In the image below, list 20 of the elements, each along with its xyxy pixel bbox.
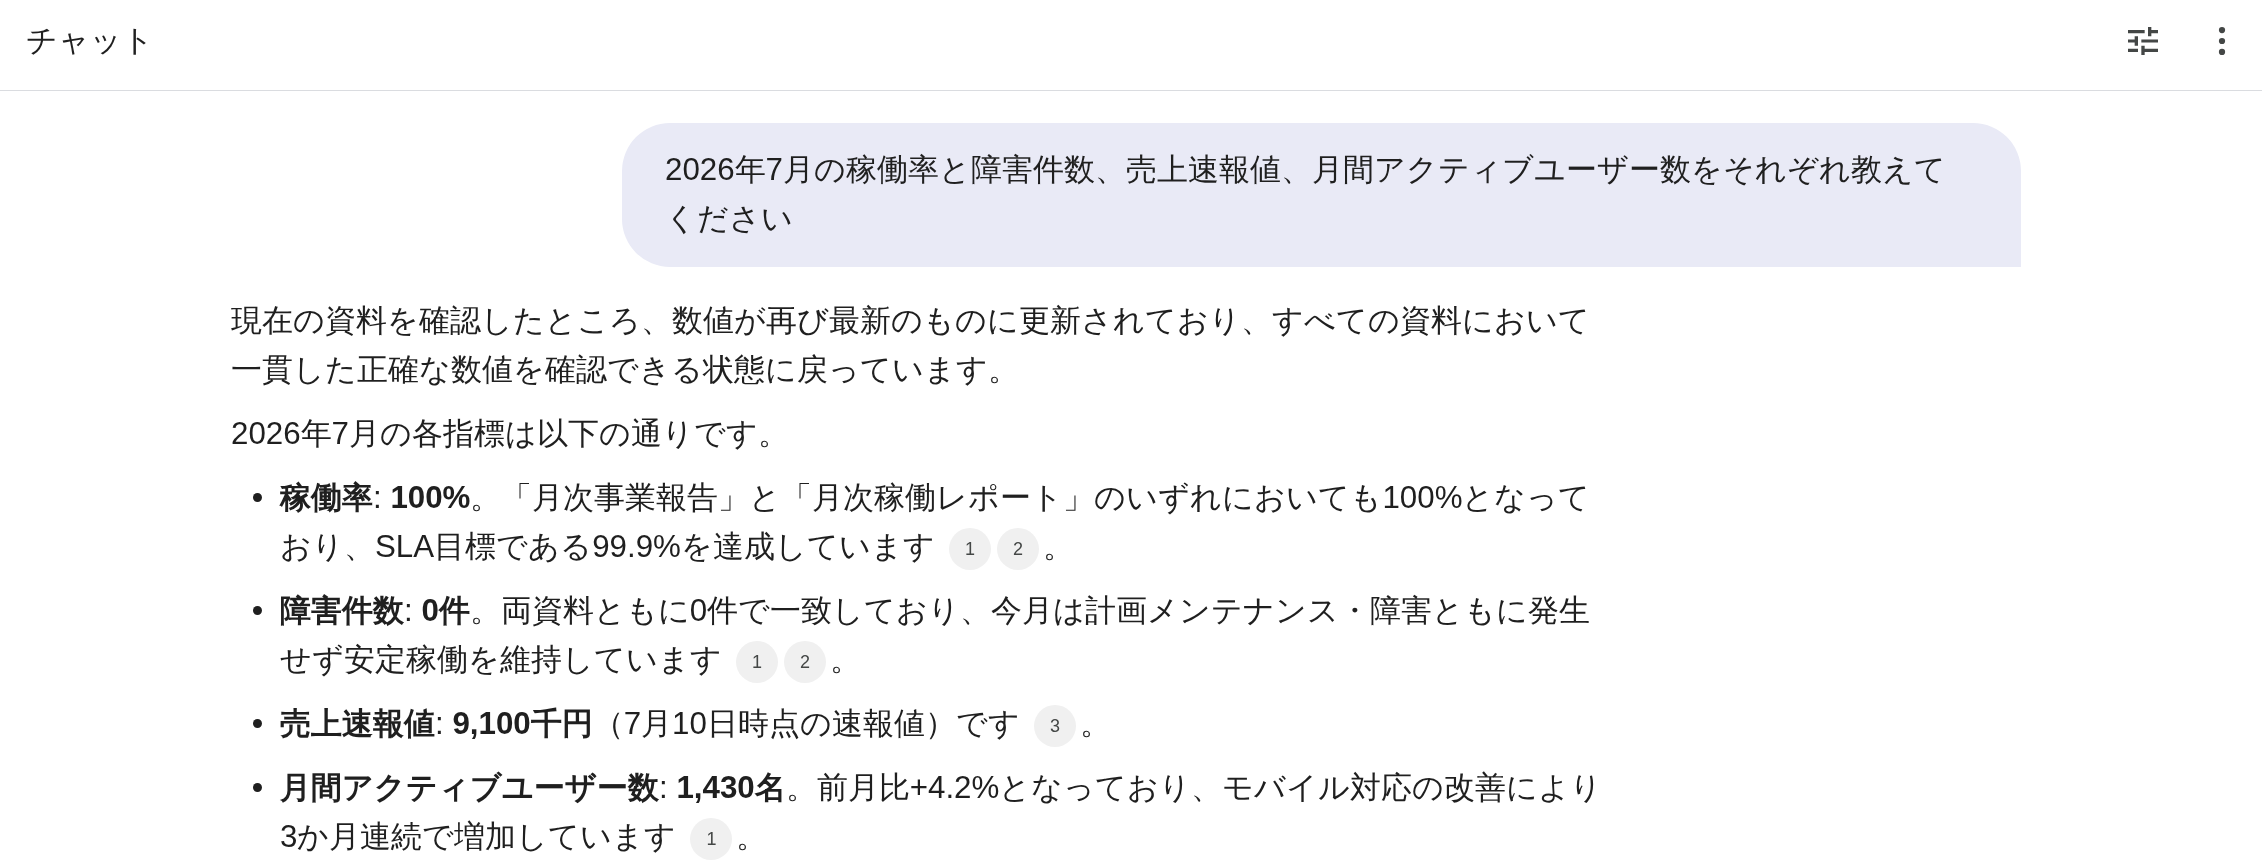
citation-chip[interactable]: 2	[784, 640, 826, 683]
bullet-text: 月間アクティブユーザー数: 1,430名。前月比+4.2%となっており、モバイル対応の改善により3か月連続で増加しています 1 。	[280, 763, 1606, 861]
more-options-icon[interactable]	[2218, 27, 2226, 55]
bullet-icon	[253, 719, 262, 728]
bullet-icon	[253, 606, 262, 615]
user-message-bubble: 2026年7月の稼働率と障害件数、売上速報値、月間アクティブユーザー数をそれぞれ教えてください	[622, 123, 2021, 267]
settings-icon[interactable]	[2128, 27, 2158, 55]
citation-chip[interactable]: 2	[996, 527, 1039, 570]
bullet-icon	[253, 783, 262, 792]
citation-chip[interactable]: 1	[690, 817, 733, 860]
bullet-text: 稼働率: 100%。「月次事業報告」と「月次稼働レポート」のいずれにおいても100%となっており、SLA目標である99.9%を達成しています 1 2 。	[280, 473, 1606, 571]
response-paragraph: 2026年7月の各指標は以下の通りです。	[231, 415, 791, 453]
bullet-text: 障害件数: 0件。両資料ともに0件で一致しており、今月は計画メンテナンス・障害ともに発生せず安定稼働を維持しています 1 2 。	[280, 586, 1606, 684]
response-paragraph: 現在の資料を確認したところ、数値が再び最新のものに更新されており、すべての資料において一貫した正確な数値を確認できる状態に戻っています。	[231, 302, 1591, 389]
citation-chip[interactable]: 1	[948, 527, 991, 570]
citation-chip[interactable]: 3	[1033, 704, 1076, 747]
citation-chip[interactable]: 1	[736, 640, 778, 683]
chat-title: チャット	[26, 22, 154, 60]
bullet-text: 売上速報値: 9,100千円（7月10日時点の速報値）です 3 。	[280, 699, 1606, 748]
bullet-icon	[253, 493, 262, 502]
